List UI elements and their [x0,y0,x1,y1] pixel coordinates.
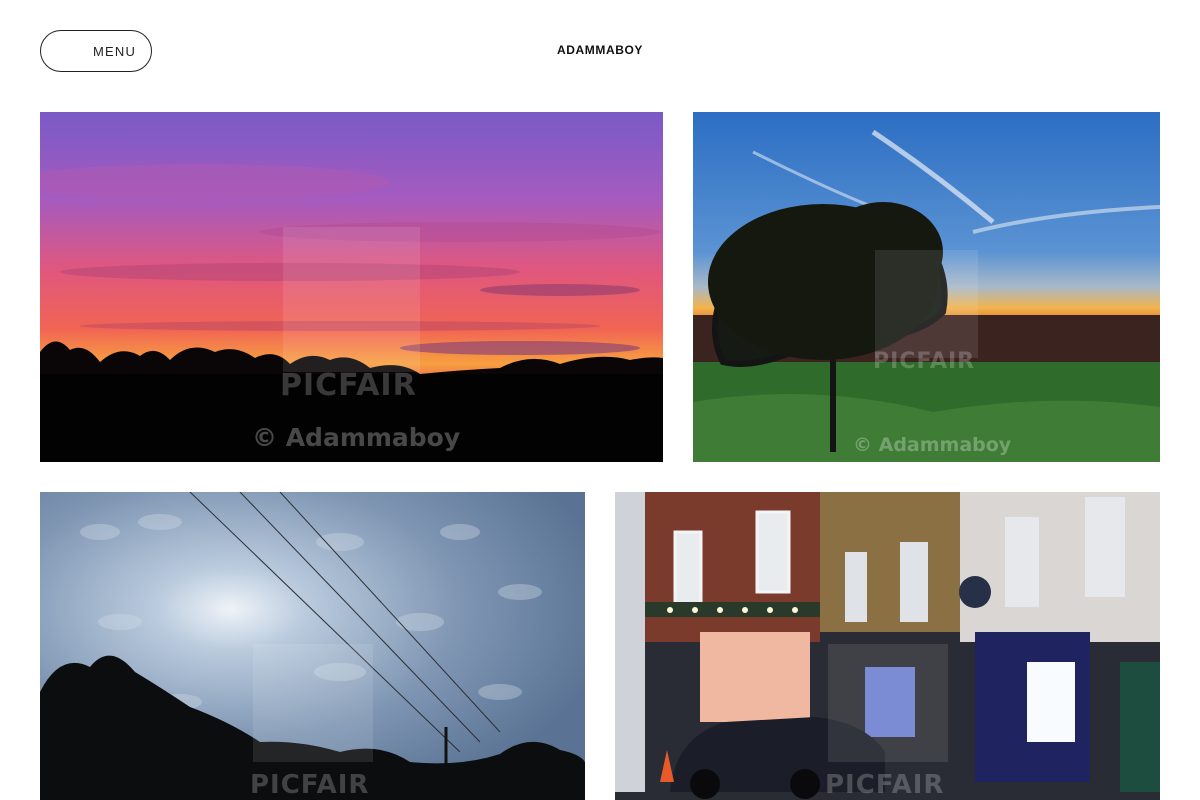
gallery-photo-cloudy-sky[interactable]: PICFAIR [40,492,585,800]
site-title[interactable]: ADAMMABOY [0,43,1200,58]
cloudy-sky-photo-image [40,492,585,800]
gallery-photo-tree-sunset[interactable]: PICFAIR © Adammaboy [693,112,1160,462]
street-shops-photo-image [615,492,1160,800]
gallery-photo-sunset[interactable]: PICFAIR © Adammaboy [40,112,663,462]
tree-sunset-photo-image [693,112,1160,462]
gallery-photo-street-shops[interactable]: PICFAIR [615,492,1160,800]
sunset-photo-image [40,112,663,462]
site-header: MENU ADAMMABOY [0,0,1200,100]
